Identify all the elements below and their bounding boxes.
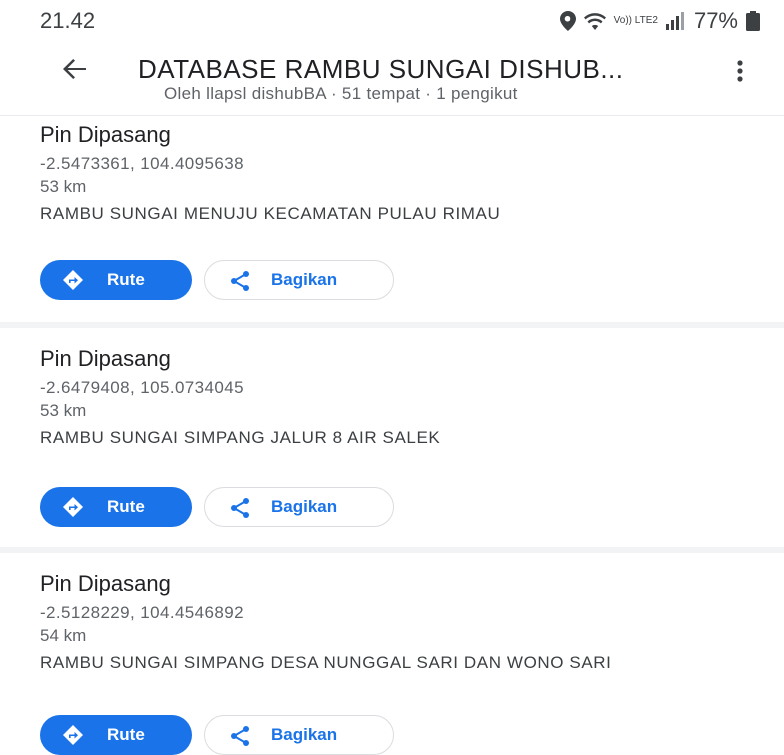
share-label: Bagikan bbox=[271, 725, 338, 744]
header-divider bbox=[0, 115, 784, 116]
route-button[interactable]: Rute bbox=[40, 260, 192, 300]
page-title: DATABASE RAMBU SUNGAI DISHUB... bbox=[138, 54, 624, 84]
share-label: Bagikan bbox=[271, 270, 338, 289]
battery-percent: 77% bbox=[693, 8, 738, 33]
more-vert-icon[interactable] bbox=[728, 54, 752, 88]
route-button[interactable]: Rute bbox=[40, 715, 192, 755]
page-subtitle: Oleh llapsl dishubBA · 51 tempat · 1 pen… bbox=[164, 84, 518, 103]
share-button[interactable]: Bagikan bbox=[204, 487, 394, 527]
place-coordinates: -2.5128229, 104.4546892 bbox=[40, 603, 244, 622]
network-label: Vo)) LTE2 bbox=[613, 15, 658, 26]
directions-icon bbox=[62, 724, 84, 746]
place-coordinates: -2.5473361, 104.4095638 bbox=[40, 154, 244, 173]
section-divider bbox=[0, 547, 784, 553]
share-button[interactable]: Bagikan bbox=[204, 260, 394, 300]
place-title: Pin Dipasang bbox=[40, 122, 171, 147]
route-label: Rute bbox=[107, 497, 145, 516]
route-label: Rute bbox=[107, 725, 145, 744]
status-icons: Vo)) LTE2 77% bbox=[559, 8, 760, 34]
place-description: RAMBU SUNGAI MENUJU KECAMATAN PULAU RIMA… bbox=[40, 204, 501, 223]
signal-icon bbox=[665, 12, 686, 30]
location-icon bbox=[559, 11, 576, 31]
place-distance: 53 km bbox=[40, 177, 87, 196]
place-distance: 54 km bbox=[40, 626, 87, 645]
status-time: 21.42 bbox=[40, 8, 96, 33]
place-description: RAMBU SUNGAI SIMPANG DESA NUNGGAL SARI D… bbox=[40, 653, 612, 672]
place-card: Pin Dipasang -2.5128229, 104.4546892 54 … bbox=[0, 565, 784, 755]
place-card: Pin Dipasang -2.5473361, 104.4095638 53 … bbox=[0, 118, 784, 322]
directions-icon bbox=[62, 496, 84, 518]
route-label: Rute bbox=[107, 270, 145, 289]
back-arrow-icon[interactable] bbox=[58, 52, 92, 86]
battery-icon bbox=[746, 11, 760, 31]
share-icon bbox=[229, 725, 251, 747]
share-button[interactable]: Bagikan bbox=[204, 715, 394, 755]
place-distance: 53 km bbox=[40, 401, 87, 420]
place-coordinates: -2.6479408, 105.0734045 bbox=[40, 378, 244, 397]
place-description: RAMBU SUNGAI SIMPANG JALUR 8 AIR SALEK bbox=[40, 428, 441, 447]
place-card: Pin Dipasang -2.6479408, 105.0734045 53 … bbox=[0, 340, 784, 544]
share-icon bbox=[229, 497, 251, 519]
section-divider bbox=[0, 322, 784, 328]
wifi-icon bbox=[583, 12, 606, 30]
place-title: Pin Dipasang bbox=[40, 571, 171, 596]
directions-icon bbox=[62, 269, 84, 291]
route-button[interactable]: Rute bbox=[40, 487, 192, 527]
app-header: DATABASE RAMBU SUNGAI DISHUB... Oleh lla… bbox=[0, 40, 784, 115]
status-bar: 21.42 Vo)) LTE2 77% bbox=[0, 0, 784, 40]
share-label: Bagikan bbox=[271, 497, 338, 516]
share-icon bbox=[229, 270, 251, 292]
place-title: Pin Dipasang bbox=[40, 346, 171, 371]
